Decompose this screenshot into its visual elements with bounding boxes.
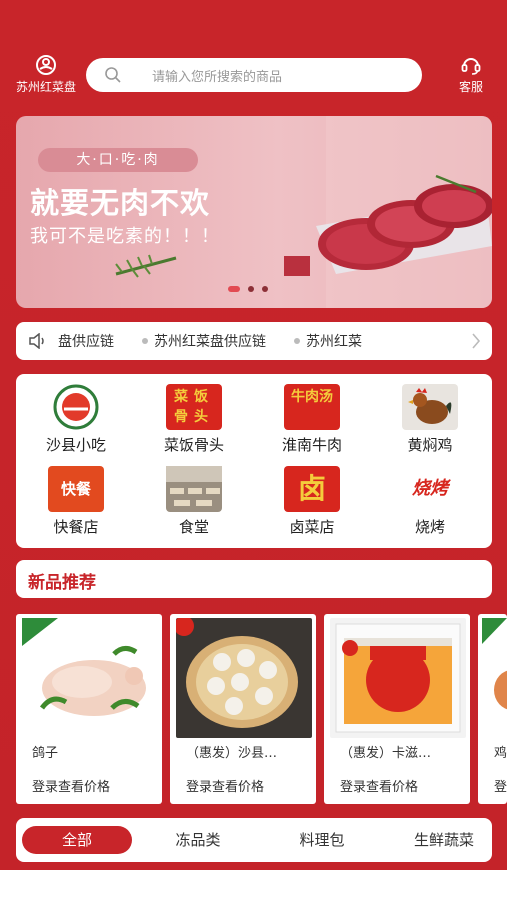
section-title: 新品推荐 <box>28 573 96 593</box>
category-item-lucai[interactable]: 卤 卤菜店 <box>262 466 362 537</box>
bullet-icon <box>294 338 300 344</box>
search-icon <box>105 67 121 83</box>
search-bar[interactable]: 请输入您所搜索的商品 <box>86 58 422 92</box>
category-item-shitang[interactable]: 食堂 <box>144 466 244 537</box>
shaxian-logo-icon <box>48 384 104 430</box>
promo-banner[interactable]: 大·口·吃·肉 就要无肉不欢 我可不是吃素的！！！ <box>16 116 492 308</box>
category-item-kuaican[interactable]: 快餐 快餐店 <box>26 466 126 537</box>
bullet-icon <box>142 338 148 344</box>
product-card[interactable]: 鸽子 登录查看价格 <box>16 614 162 804</box>
carousel-dot[interactable] <box>228 286 240 292</box>
bottom-area <box>0 870 507 900</box>
tab-frozen[interactable]: 冻品类 <box>158 826 238 854</box>
customer-service-label: 客服 <box>458 80 483 94</box>
banner-subtitle: 我可不是吃素的！！！ <box>30 226 220 247</box>
category-item-niurou[interactable]: 牛肉汤 淮南牛肉 <box>262 384 362 455</box>
carousel-indicator[interactable] <box>228 286 268 292</box>
tab-all[interactable]: 全部 <box>22 826 132 854</box>
product-name: 鸽子 <box>32 746 59 761</box>
product-price[interactable]: 登 <box>494 776 507 795</box>
product-card[interactable]: 鸡 登 <box>478 614 507 804</box>
lu-logo-icon: 卤 <box>284 466 340 512</box>
speaker-icon <box>29 333 44 349</box>
notice-item[interactable]: 盘供应链 <box>58 331 114 351</box>
bbq-logo-icon: 烧烤 <box>412 478 448 499</box>
caifan-logo-icon: 菜饭骨头 <box>166 384 222 430</box>
search-placeholder: 请输入您所搜索的商品 <box>152 69 283 85</box>
tab-meal-kit[interactable]: 料理包 <box>282 826 362 854</box>
customer-service-button[interactable]: 客服 <box>448 54 494 95</box>
notice-item[interactable]: 苏州红菜 <box>294 331 362 351</box>
brand-logo-icon <box>36 55 56 75</box>
new-products-header: 新品推荐 <box>16 560 492 598</box>
notice-item[interactable]: 苏州红菜盘供应链 <box>142 331 266 351</box>
product-image <box>330 618 466 738</box>
category-item-shaxian[interactable]: 沙县小吃 <box>26 384 126 455</box>
product-price[interactable]: 登录查看价格 <box>186 776 264 795</box>
category-item-caifan[interactable]: 菜饭骨头 菜饭骨头 <box>144 384 244 455</box>
carousel-dot[interactable] <box>248 286 254 292</box>
product-card[interactable]: （惠发）沙县… 登录查看价格 <box>170 614 316 804</box>
carousel-dot[interactable] <box>262 286 268 292</box>
product-price[interactable]: 登录查看价格 <box>32 776 110 795</box>
product-image <box>174 616 312 738</box>
product-name: （惠发）卡滋… <box>340 746 432 761</box>
kuaican-logo-icon: 快餐 <box>48 466 104 512</box>
product-name: （惠发）沙县… <box>186 746 278 761</box>
category-item-huangmenji[interactable]: 黄焖鸡 <box>380 384 480 455</box>
brand-name: 苏州红菜盘 <box>15 80 76 94</box>
banner-title: 就要无肉不欢 <box>30 186 211 220</box>
headset-icon <box>461 58 481 75</box>
category-tabs: 全部 冻品类 料理包 生鲜蔬菜 <box>16 818 492 862</box>
category-item-shaokao[interactable]: 烧烤 烧烤 <box>380 466 480 537</box>
product-card[interactable]: （惠发）卡滋… 登录查看价格 <box>324 614 470 804</box>
product-price[interactable]: 登录查看价格 <box>340 776 418 795</box>
banner-tag: 大·口·吃·肉 <box>38 148 198 172</box>
product-name: 鸡 <box>494 746 507 761</box>
chevron-right-icon[interactable] <box>470 332 482 350</box>
brand-logo[interactable]: 苏州红菜盘 <box>6 54 86 95</box>
product-image <box>482 618 507 738</box>
niurou-logo-icon: 牛肉汤 <box>284 384 340 430</box>
header: 苏州红菜盘 请输入您所搜索的商品 客服 <box>0 48 507 104</box>
tab-fresh-vegetables[interactable]: 生鲜蔬菜 <box>396 826 492 854</box>
status-bar <box>0 0 507 48</box>
canteen-icon <box>166 466 222 512</box>
product-image <box>22 618 158 738</box>
notice-bar[interactable]: 盘供应链 苏州红菜盘供应链 苏州红菜 <box>16 322 492 360</box>
chicken-icon <box>402 384 458 430</box>
category-grid: 沙县小吃 菜饭骨头 菜饭骨头 牛肉汤 淮南牛肉 黄焖鸡 快餐 快餐店 食堂 卤 … <box>16 374 492 548</box>
